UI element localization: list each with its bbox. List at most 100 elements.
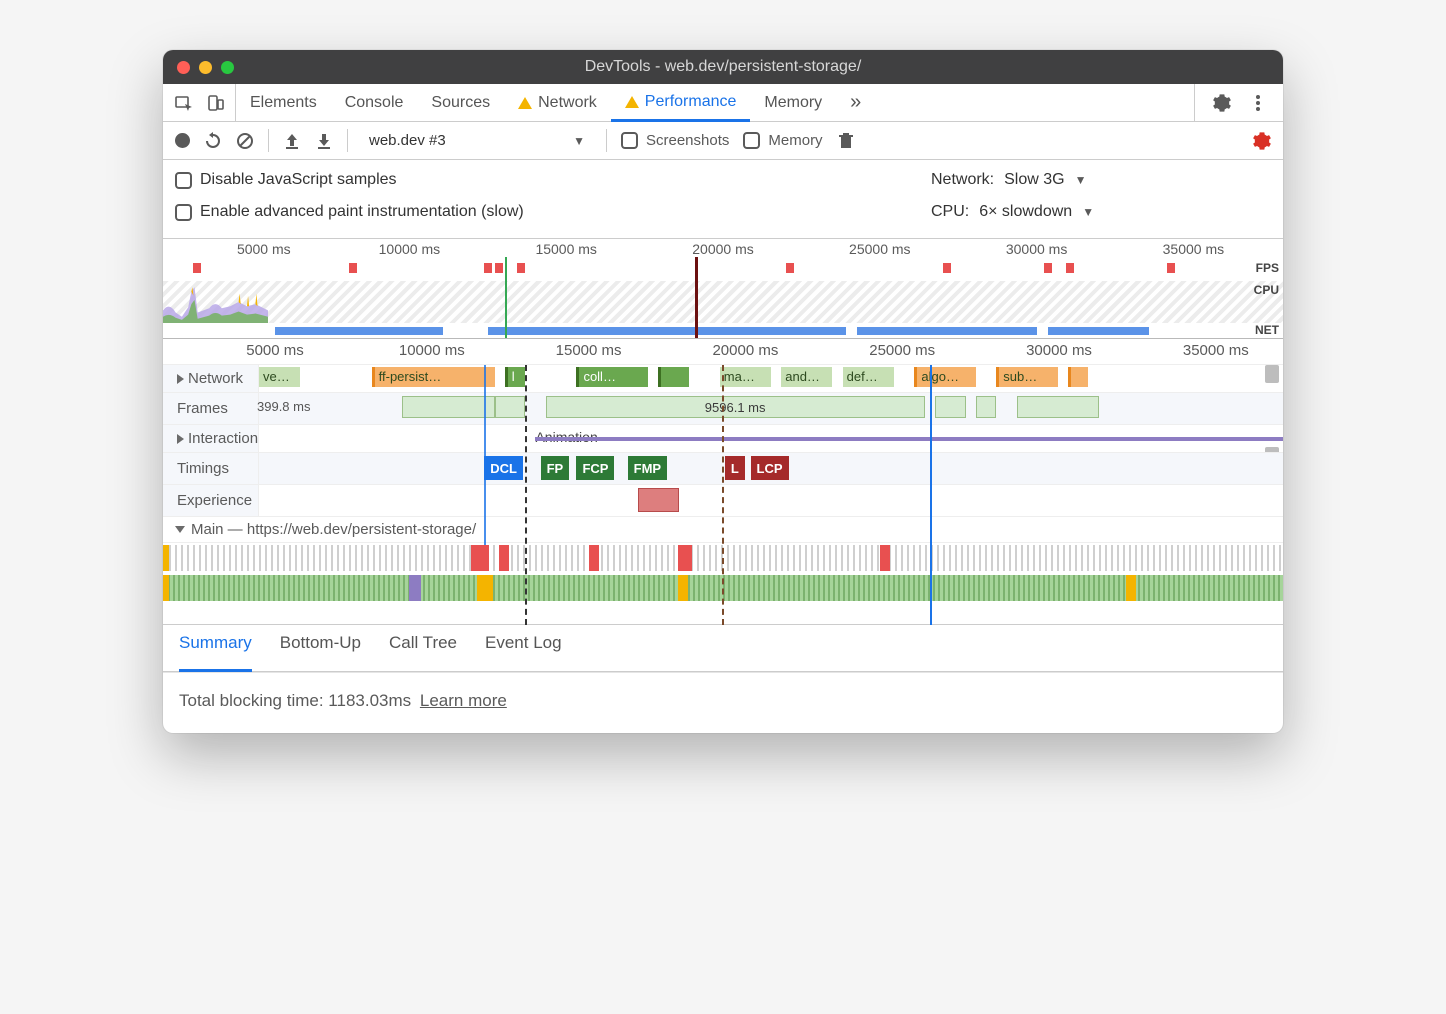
lane-network[interactable]: Network ve…ff-persist…lcoll…ma…and…def…a… [163, 365, 1283, 393]
tab-sources[interactable]: Sources [417, 84, 504, 121]
cpu-throttle-label: CPU: [931, 203, 969, 221]
tab-network[interactable]: Network [504, 84, 611, 121]
capture-settings-icon[interactable] [1253, 132, 1271, 150]
timeline-tick: 5000 ms [246, 342, 304, 359]
panel-tabs: Elements Console Sources Network Perform… [163, 84, 1283, 122]
warning-icon [518, 97, 532, 109]
timing-marker-fmp[interactable]: FMP [628, 456, 667, 480]
overview-timeline[interactable]: 5000 ms10000 ms15000 ms20000 ms25000 ms3… [163, 239, 1283, 339]
network-throttle-select[interactable]: Slow 3G ▼ [1004, 171, 1086, 189]
expand-icon[interactable] [177, 434, 184, 444]
device-mode-icon[interactable] [207, 94, 225, 112]
load-profile-icon[interactable] [283, 132, 301, 150]
frame-block[interactable] [935, 396, 966, 418]
network-request-block[interactable]: ff-persist… [372, 367, 495, 387]
network-request-block[interactable]: sub… [996, 367, 1057, 387]
timeline-tick: 35000 ms [1183, 342, 1249, 359]
capture-settings-panel: Disable JavaScript samples Network: Slow… [163, 160, 1283, 239]
timeline-tick: 5000 ms [237, 241, 291, 257]
experience-cls-block[interactable] [638, 488, 679, 512]
timeline-tick: 30000 ms [1026, 342, 1092, 359]
network-request-block[interactable] [1068, 367, 1088, 387]
tab-performance[interactable]: Performance [611, 85, 751, 122]
frame-block[interactable] [1017, 396, 1099, 418]
tbt-value: 1183.03ms [328, 691, 411, 710]
save-profile-icon[interactable] [315, 132, 333, 150]
expand-icon[interactable] [177, 374, 184, 384]
recording-select[interactable]: web.dev #3 ▼ [362, 129, 592, 152]
network-request-block[interactable]: ve… [259, 367, 300, 387]
trash-icon[interactable] [837, 132, 855, 150]
chevron-down-icon: ▼ [1075, 173, 1087, 187]
frame-block[interactable] [495, 396, 526, 418]
scrollbar-thumb[interactable] [1265, 365, 1279, 383]
memory-checkbox[interactable]: Memory [743, 132, 822, 149]
net-label: NET [1255, 323, 1279, 337]
network-request-block[interactable]: and… [781, 367, 832, 387]
minimize-window[interactable] [199, 61, 212, 74]
timeline-tick: 15000 ms [535, 241, 596, 257]
titlebar[interactable]: DevTools - web.dev/persistent-storage/ [163, 50, 1283, 84]
detail-tab-event-log[interactable]: Event Log [485, 633, 562, 663]
tabs-overflow[interactable]: » [836, 84, 875, 121]
network-request-block[interactable]: def… [843, 367, 894, 387]
tab-elements[interactable]: Elements [236, 84, 331, 121]
timeline-tick: 25000 ms [849, 241, 910, 257]
timing-marker-dcl[interactable]: DCL [484, 456, 523, 480]
detail-tabs: Summary Bottom-Up Call Tree Event Log [163, 625, 1283, 672]
tab-memory[interactable]: Memory [750, 84, 836, 121]
network-request-block[interactable]: ma… [720, 367, 771, 387]
inspect-element-icon[interactable] [175, 94, 193, 112]
detail-tab-bottom-up[interactable]: Bottom-Up [280, 633, 361, 663]
timing-marker-fcp[interactable]: FCP [576, 456, 614, 480]
disable-js-checkbox[interactable]: Disable JavaScript samples [175, 171, 397, 189]
frame-block[interactable] [976, 396, 996, 418]
cpu-throttle-select[interactable]: 6× slowdown ▼ [979, 203, 1094, 221]
cpu-label: CPU [1254, 283, 1279, 297]
timeline-tick: 20000 ms [712, 342, 778, 359]
learn-more-link[interactable]: Learn more [420, 691, 507, 710]
record-button[interactable] [175, 133, 190, 148]
window-title: DevTools - web.dev/persistent-storage/ [163, 58, 1283, 76]
detail-summary-body: Total blocking time: 1183.03ms Learn mor… [163, 672, 1283, 733]
warning-icon [625, 96, 639, 108]
detail-ruler[interactable]: 5000 ms10000 ms15000 ms20000 ms25000 ms3… [163, 339, 1283, 365]
network-request-block[interactable]: algo… [914, 367, 975, 387]
timing-marker-lcp[interactable]: LCP [751, 456, 789, 480]
detail-tab-call-tree[interactable]: Call Tree [389, 633, 457, 663]
lanes: Network ve…ff-persist…lcoll…ma…and…def…a… [163, 365, 1283, 625]
tab-console[interactable]: Console [331, 84, 418, 121]
lane-main-header[interactable]: Main — https://web.dev/persistent-storag… [163, 517, 1283, 543]
lane-interactions[interactable]: Interactions Animation [163, 425, 1283, 453]
clear-icon[interactable] [236, 132, 254, 150]
reload-record-icon[interactable] [204, 132, 222, 150]
timeline-tick: 15000 ms [556, 342, 622, 359]
flame-chart[interactable] [163, 543, 1283, 625]
lane-frames[interactable]: Frames 399.8 ms 9596.1 ms [163, 393, 1283, 425]
timing-marker-l[interactable]: L [725, 456, 745, 480]
chevron-down-icon: ▼ [1082, 205, 1094, 219]
timing-marker-fp[interactable]: FP [541, 456, 570, 480]
timeline-tick: 25000 ms [869, 342, 935, 359]
screenshots-checkbox[interactable]: Screenshots [621, 132, 729, 149]
close-window[interactable] [177, 61, 190, 74]
lane-timings[interactable]: Timings DCLFPFCPFMPLLCP [163, 453, 1283, 485]
frame-duration-short: 399.8 ms [257, 399, 310, 414]
settings-gear-icon[interactable] [1213, 94, 1231, 112]
performance-toolbar: web.dev #3 ▼ Screenshots Memory [163, 122, 1283, 160]
advanced-paint-checkbox[interactable]: Enable advanced paint instrumentation (s… [175, 203, 524, 221]
network-request-block[interactable]: l [505, 367, 525, 387]
network-request-block[interactable]: coll… [576, 367, 648, 387]
more-menu-icon[interactable] [1249, 94, 1267, 112]
zoom-window[interactable] [221, 61, 234, 74]
fps-label: FPS [1256, 261, 1279, 275]
collapse-icon[interactable] [175, 526, 185, 533]
frame-block[interactable] [402, 396, 494, 418]
frame-block-long[interactable]: 9596.1 ms [546, 396, 925, 418]
network-request-block[interactable] [658, 367, 689, 387]
lane-experience[interactable]: Experience [163, 485, 1283, 517]
timeline-tick: 30000 ms [1006, 241, 1067, 257]
devtools-window: DevTools - web.dev/persistent-storage/ E… [163, 50, 1283, 733]
detail-tab-summary[interactable]: Summary [179, 633, 252, 672]
network-throttle-label: Network: [931, 171, 994, 189]
